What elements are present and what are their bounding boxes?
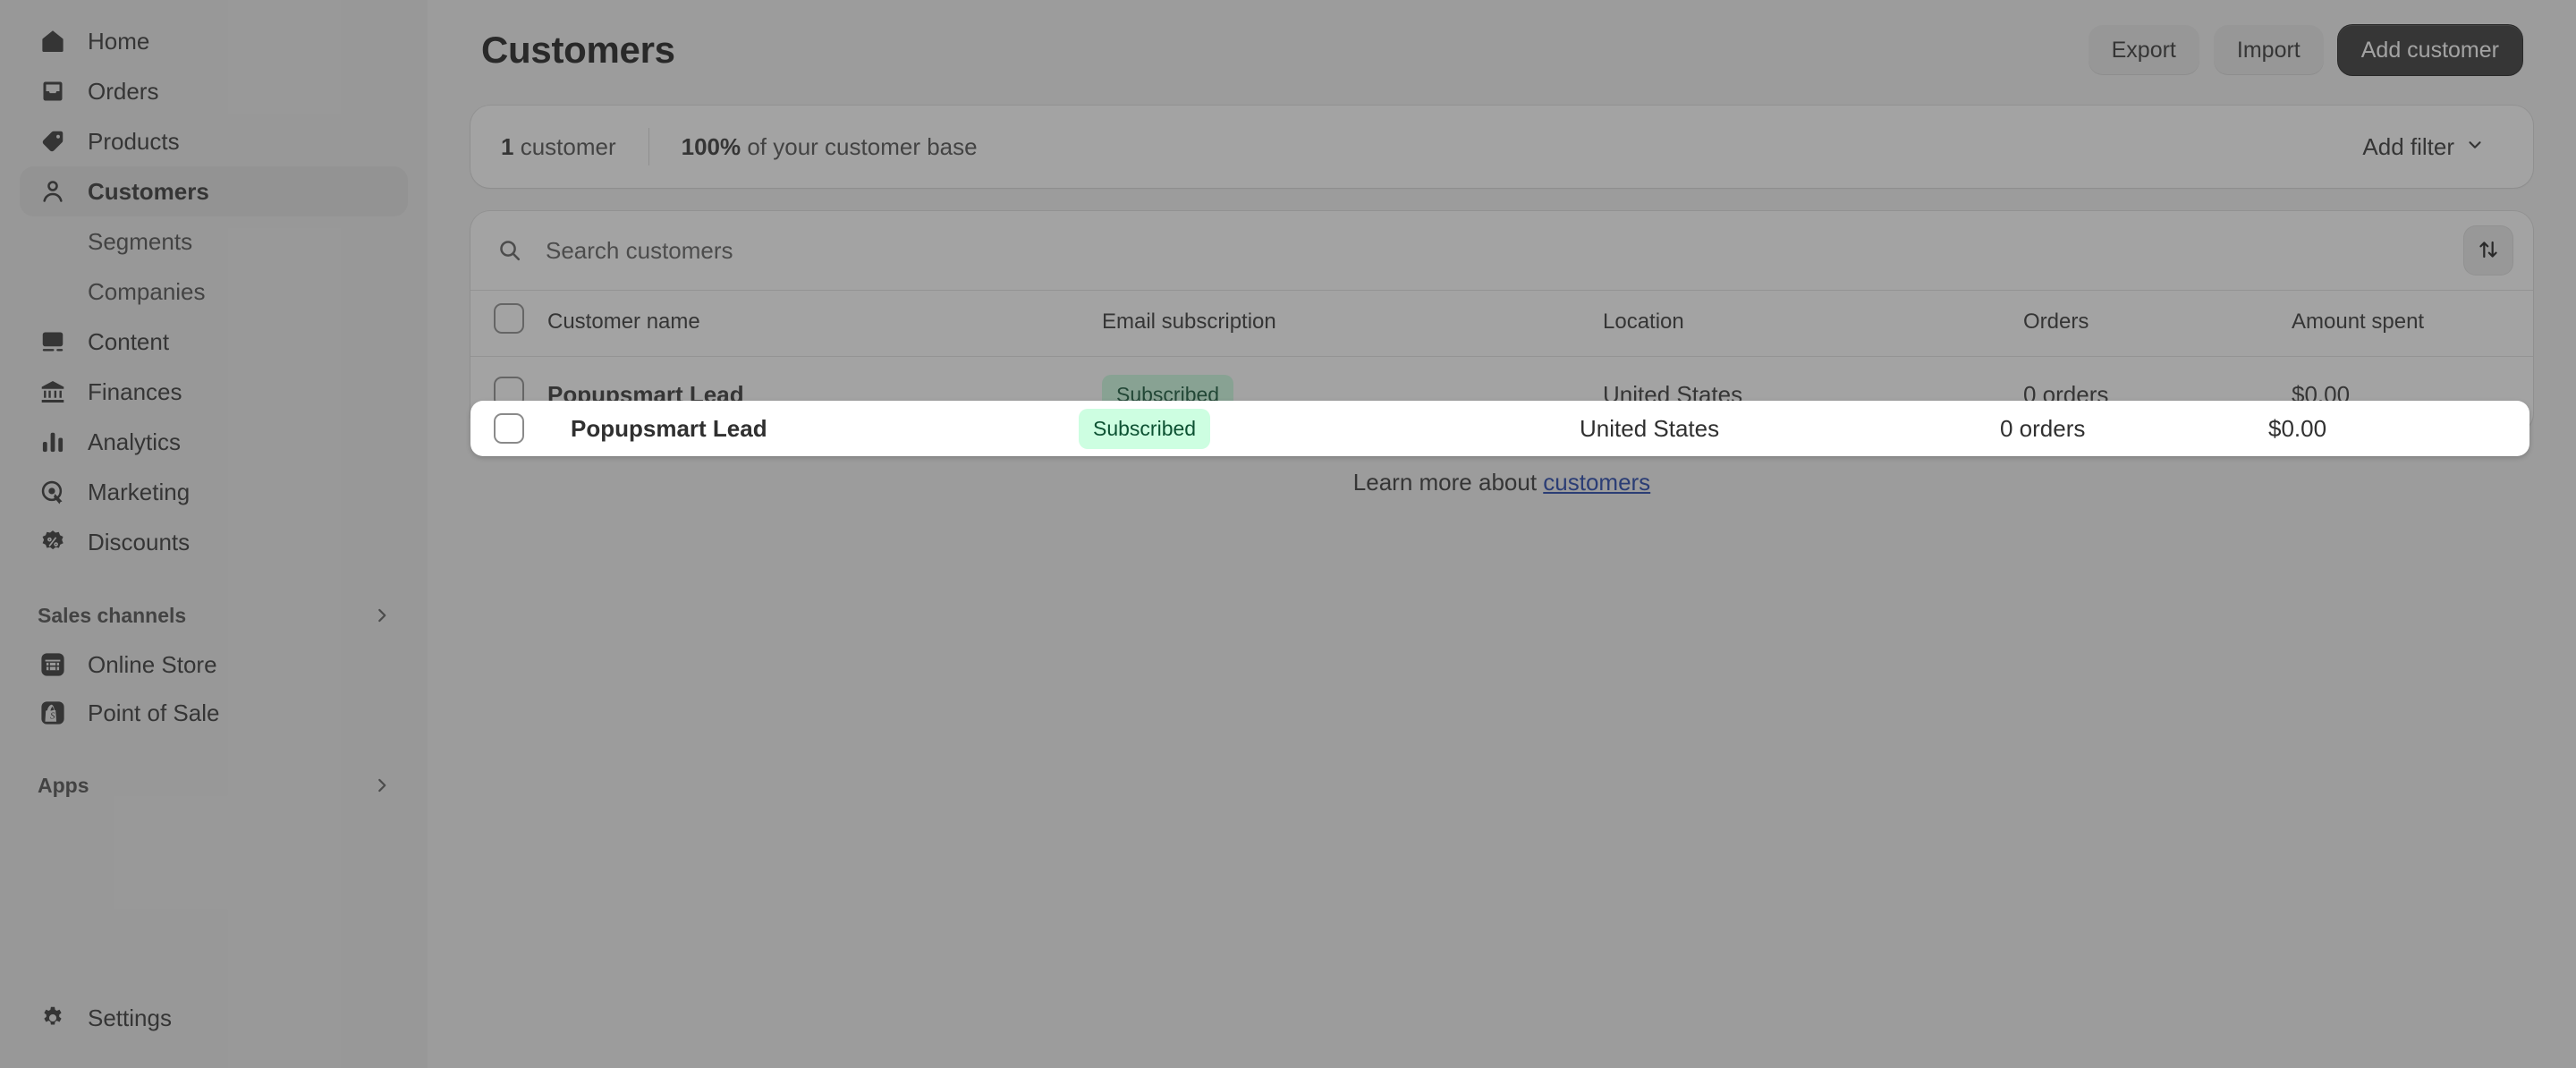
sidebar-item-content[interactable]: Content [20,317,408,367]
sidebar-item-segments[interactable]: Segments [20,216,408,267]
sidebar-item-label: Home [88,27,150,55]
sidebar-item-label: Analytics [88,428,182,455]
column-header-customer-name[interactable]: Customer name [547,290,1102,357]
main-content: Customers Export Import Add customer 1 c… [428,0,2576,1068]
sidebar-item-products[interactable]: Products [20,116,408,166]
bar-chart-icon [38,427,68,457]
sidebar-item-marketing[interactable]: Marketing [20,467,408,517]
sort-arrows-icon [2477,238,2500,264]
sidebar-subitem-label: Companies [88,277,206,305]
target-icon [38,477,68,507]
sidebar-section-label: Sales channels [38,603,187,627]
customers-list-card: Customer name Email subscription Locatio… [470,211,2533,433]
column-header-email-subscription[interactable]: Email subscription [1102,290,1603,357]
bank-icon [38,377,68,407]
image-icon [38,326,68,357]
chevron-down-icon [2465,133,2485,161]
store-icon [38,649,68,680]
page-title: Customers [481,29,675,71]
sidebar-item-home[interactable]: Home [20,16,408,66]
sidebar-item-orders[interactable]: Orders [20,66,408,116]
highlighted-row-checkbox[interactable] [494,413,524,444]
sidebar-item-label: Content [88,327,170,355]
customer-count-suffix: customer [513,132,616,160]
sidebar-item-label: Marketing [88,478,191,505]
add-filter-label: Add filter [2362,132,2454,160]
sidebar-item-finances[interactable]: Finances [20,367,408,417]
sidebar-item-settings[interactable]: Settings [20,993,408,1043]
highlighted-status-badge: Subscribed [1079,408,1211,449]
highlighted-table-row[interactable]: Popupsmart Lead Subscribed United States… [470,401,2529,456]
import-button[interactable]: Import [2213,25,2324,75]
sidebar-item-discounts[interactable]: Discounts [20,517,408,567]
highlighted-row-content[interactable]: Popupsmart Lead Subscribed United States… [470,401,2529,456]
sidebar-section-apps[interactable]: Apps [20,760,408,810]
column-header-location[interactable]: Location [1603,290,2023,357]
sidebar-item-label: Discounts [88,528,191,555]
sidebar-item-online-store[interactable]: Online Store [20,640,408,689]
search-icon [497,238,522,263]
highlighted-cell-location: United States [1580,414,1720,442]
summary-left: 1 customer 100% of your customer base [501,128,978,165]
sidebar-item-label: Orders [88,77,159,105]
highlighted-cell-customer-name[interactable]: Popupsmart Lead [524,415,1079,443]
search-input[interactable] [535,225,2451,275]
person-icon [38,176,68,207]
learn-more-text: Learn more about customers [470,469,2533,496]
select-all-checkbox[interactable] [494,303,524,334]
sidebar-section-label: Apps [38,773,89,797]
highlighted-cell-amount-spent: $0.00 [2268,414,2327,442]
table-header-row: Customer name Email subscription Locatio… [470,290,2533,357]
chevron-right-icon [372,606,392,625]
learn-more-prefix: Learn more about [1352,469,1544,496]
add-customer-button[interactable]: Add customer [2337,25,2522,75]
highlighted-cell-email-subscription: Subscribed [1079,408,1580,449]
customer-base-percent-value: 100% [681,132,741,160]
add-filter-button[interactable]: Add filter [2344,124,2503,170]
sort-button[interactable] [2463,225,2513,275]
customer-count-value: 1 [501,132,514,160]
page-header: Customers Export Import Add customer [470,0,2533,100]
sidebar-item-label: Settings [88,1004,172,1031]
shopify-bag-icon: S [38,698,68,728]
sidebar-item-label: Customers [88,177,209,205]
column-header-amount-spent[interactable]: Amount spent [2292,290,2533,357]
customers-help-link[interactable]: customers [1543,469,1650,496]
tag-icon [38,126,68,157]
sidebar-subitem-label: Segments [88,227,193,255]
sidebar-item-label: Online Store [88,650,217,678]
gear-icon [38,1003,68,1033]
discount-icon [38,527,68,557]
sidebar-item-label: Products [88,127,180,155]
customer-base-percent: 100% of your customer base [682,133,978,161]
svg-text:S: S [50,712,55,722]
sidebar-item-label: Finances [88,377,182,405]
shopify-admin-page: Home Orders Products Customers Segments … [0,0,2576,1068]
sidebar-item-analytics[interactable]: Analytics [20,417,408,467]
chevron-right-icon [372,776,392,795]
sidebar-item-label: Point of Sale [88,699,220,726]
header-actions: Export Import Add customer [2088,25,2522,75]
sidebar-item-point-of-sale[interactable]: S Point of Sale [20,689,408,737]
customer-summary-bar: 1 customer 100% of your customer base Ad… [470,106,2533,188]
sidebar: Home Orders Products Customers Segments … [0,0,428,1068]
search-row [470,211,2533,290]
summary-divider [648,128,649,165]
orders-icon [38,76,68,106]
home-icon [38,26,68,56]
highlighted-cell-orders: 0 orders [2000,414,2086,442]
customer-count: 1 customer [501,133,616,161]
table-head: Customer name Email subscription Locatio… [470,290,2533,357]
export-button[interactable]: Export [2088,25,2199,75]
customer-base-percent-suffix: of your customer base [741,132,978,160]
sidebar-section-sales-channels[interactable]: Sales channels [20,590,408,640]
select-all-header [470,290,547,357]
sidebar-item-companies[interactable]: Companies [20,267,408,317]
sidebar-item-customers[interactable]: Customers [20,166,408,216]
column-header-orders[interactable]: Orders [2023,290,2292,357]
